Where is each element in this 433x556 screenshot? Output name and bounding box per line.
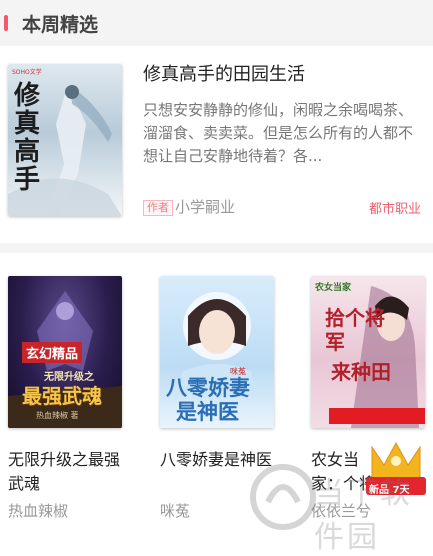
author-tag-badge: 作者 <box>143 200 173 216</box>
book-1-cover-title: 最强武魂 <box>22 384 102 408</box>
book-2-author: 咪菟 <box>160 502 191 520</box>
featured-book-cover[interactable]: 修真高手 SOHO文学 <box>8 64 122 216</box>
featured-book-title[interactable]: 修真高手的田园生活 <box>143 60 305 86</box>
book-2-cover-title-line2: 是神医 <box>176 399 239 424</box>
book-1-cover-badge: 玄幻精品 <box>22 342 83 363</box>
book-1-author: 热血辣椒 <box>8 502 69 520</box>
featured-book-author: 小学嗣业 <box>175 198 236 216</box>
featured-book-description[interactable]: 只想安安静静的修仙，闲暇之余喝喝茶、溜溜食、卖卖菜。但是怎么所有的人都不想让自己… <box>143 99 425 168</box>
book-3-cover-title-line2: 来种田 <box>331 360 391 384</box>
section-header: 本周精选 <box>0 0 433 46</box>
book-3-cover-series: 农女当家 <box>315 283 352 293</box>
featured-cover-publisher: SOHO文学 <box>12 69 42 76</box>
new-book-badge-label: 新品 7天 <box>369 485 410 496</box>
section-title: 本周精选 <box>22 14 99 36</box>
book-cover-2[interactable]: 咪菟 八零娇妻 是神医 <box>160 276 274 428</box>
book-1-cover-author: 热血辣椒 著 <box>36 411 79 420</box>
section-accent-bar <box>4 15 8 31</box>
new-book-badge[interactable]: 新品 7天 <box>366 439 426 497</box>
book-3-cover-title: 拾个将军 <box>325 306 385 354</box>
watermark-logo-icon <box>250 464 316 530</box>
section-divider <box>0 243 433 253</box>
book-3-author: 依依兰兮 <box>311 502 372 520</box>
book-1-title[interactable]: 无限升级之最强武魂 <box>8 448 126 496</box>
book-2-title[interactable]: 八零娇妻是神医 <box>160 448 272 472</box>
book-cover-1[interactable]: 玄幻精品 无限升级之 最强武魂 热血辣椒 著 <box>8 276 122 428</box>
featured-cover-title: 修真高手 <box>14 81 41 195</box>
book-cover-3[interactable]: 农女当家 拾个将军 来种田 <box>311 276 425 428</box>
featured-book-genre[interactable]: 都市职业 <box>369 198 421 217</box>
